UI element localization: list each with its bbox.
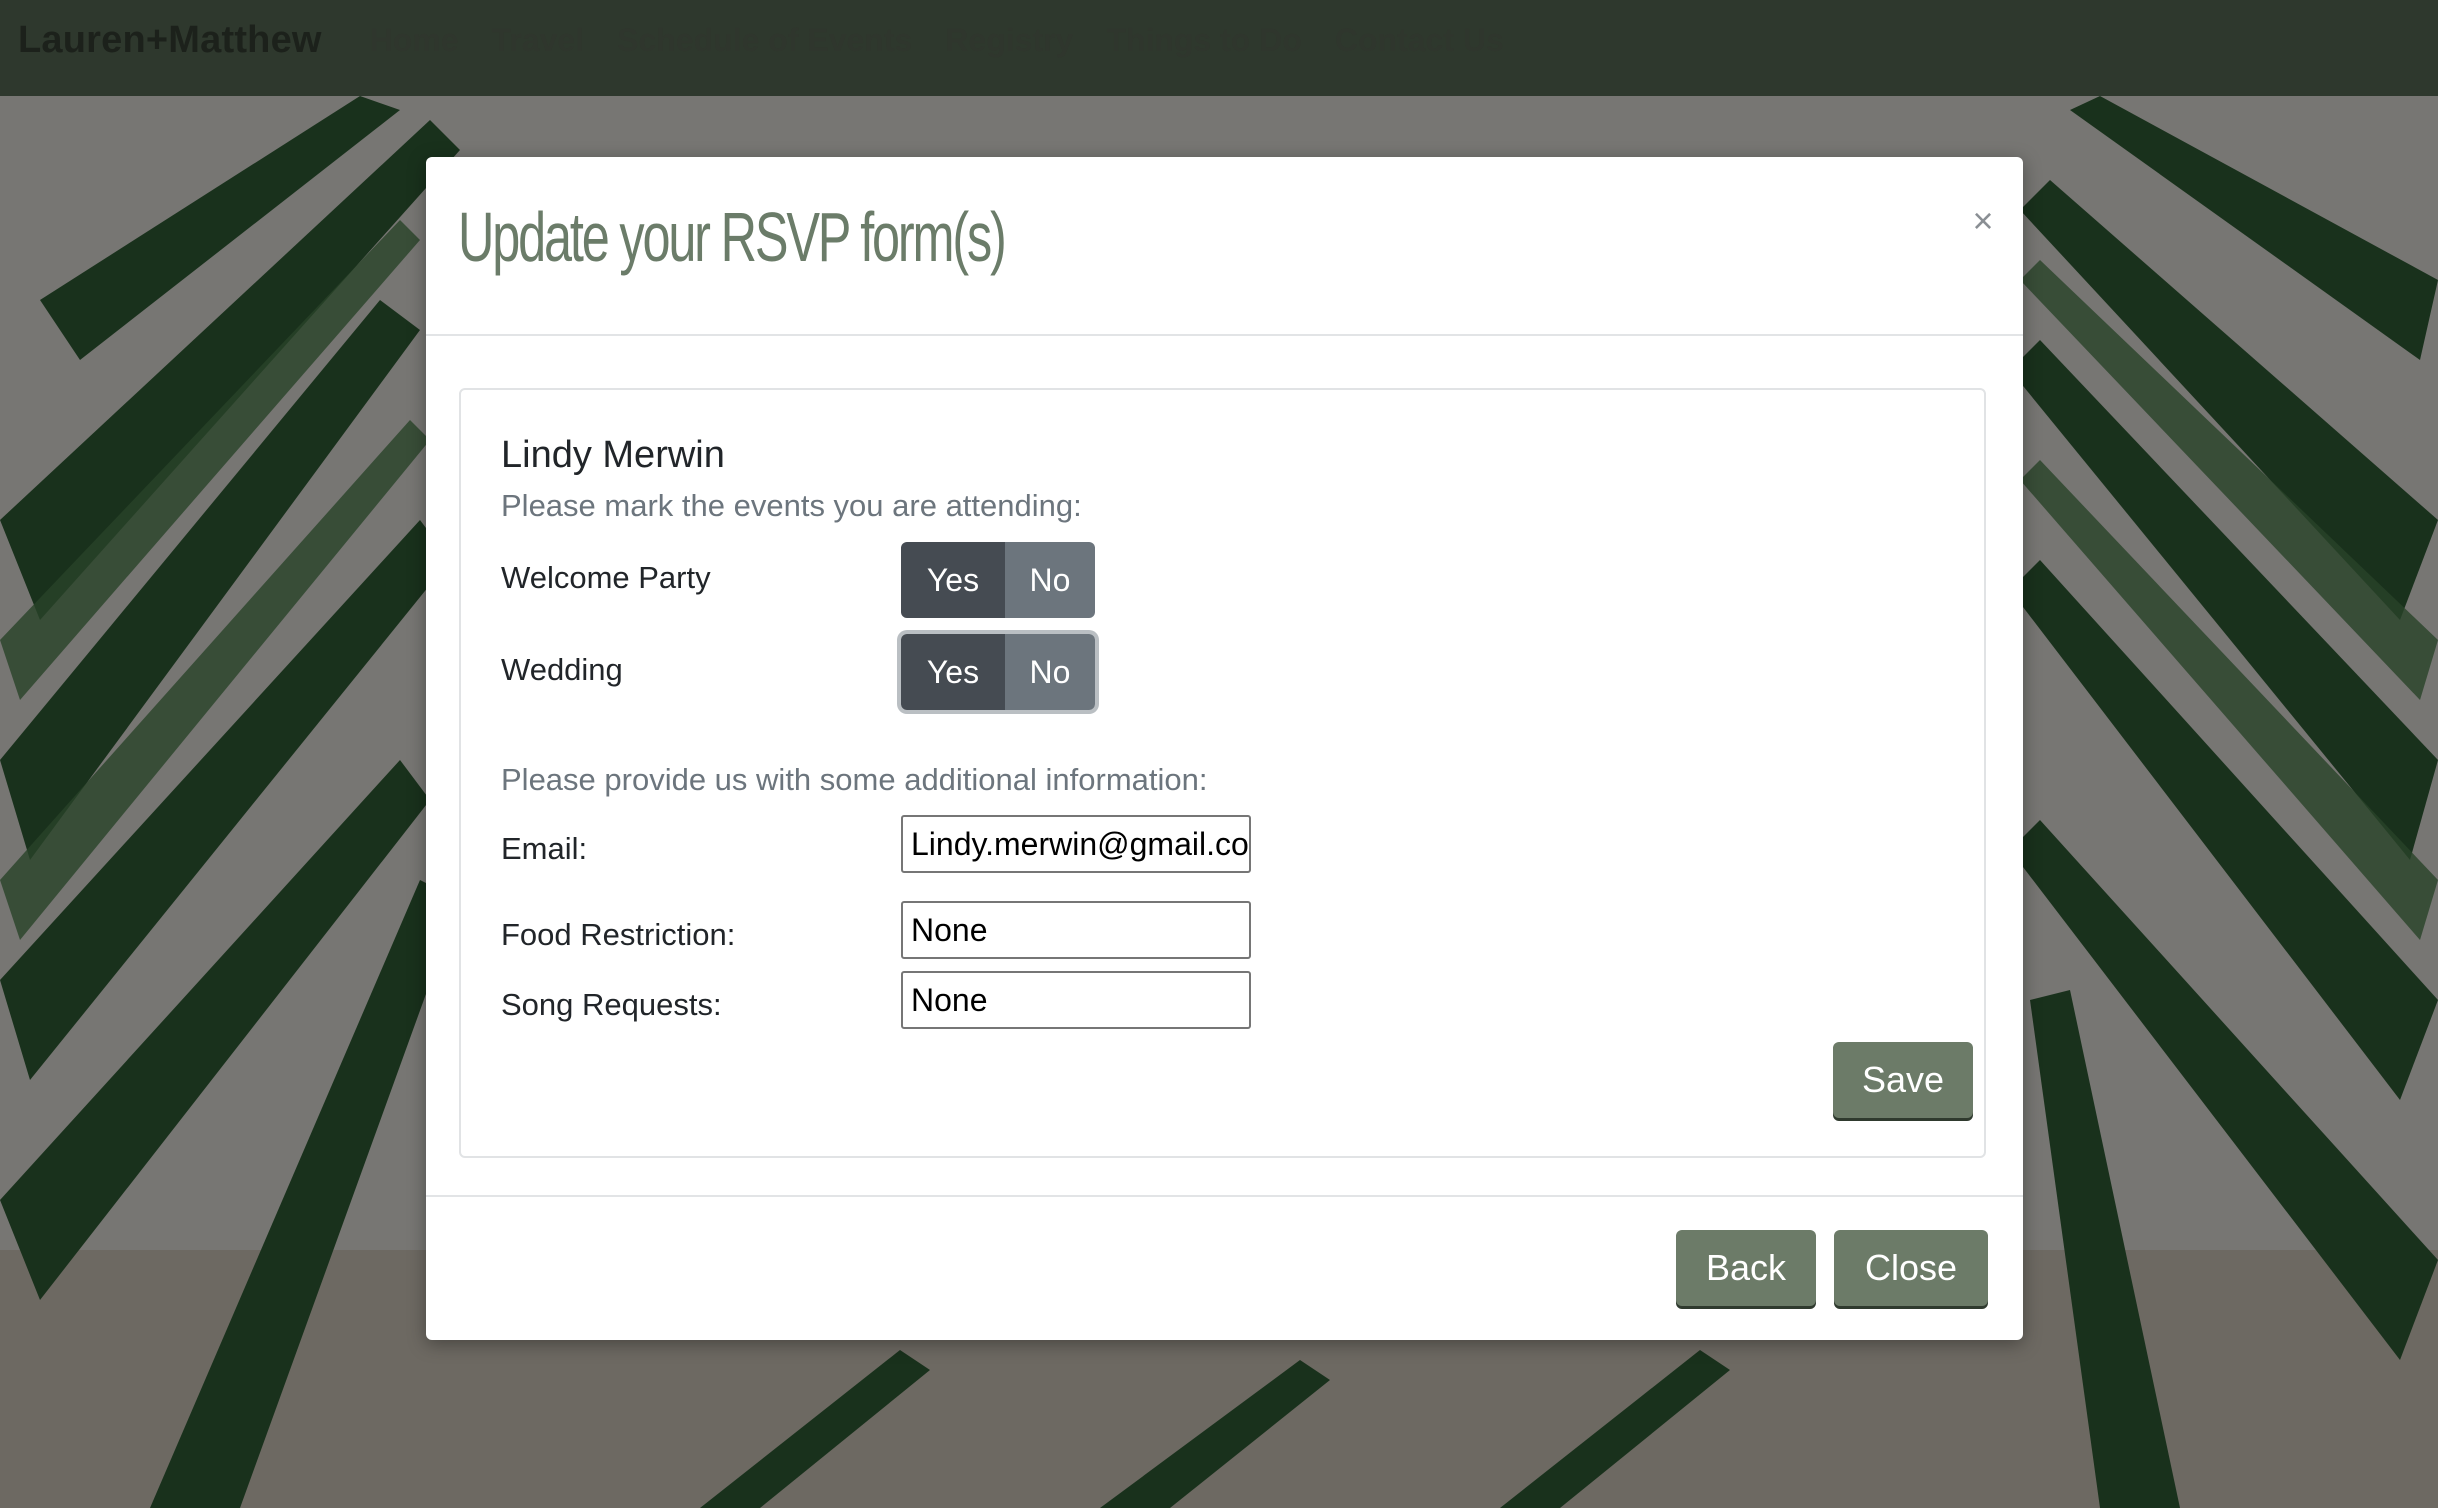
modal-header: Update your RSVP form(s) × (426, 157, 2023, 336)
save-button[interactable]: Save (1833, 1042, 1973, 1118)
close-button[interactable]: Close (1834, 1230, 1988, 1306)
modal-title: Update your RSVP form(s) (458, 198, 1007, 276)
wedding-yes-button[interactable]: Yes (901, 634, 1005, 710)
info-prompt: Please provide us with some additional i… (501, 762, 1208, 797)
event-label-wedding: Wedding (501, 652, 623, 687)
food-restriction-field[interactable]: None (901, 901, 1251, 959)
nav-link-schedule[interactable]: Schedule of Events (617, 22, 912, 59)
modal-footer-divider (426, 1195, 2023, 1197)
song-requests-field[interactable]: None (901, 971, 1251, 1029)
welcome-party-yes-button[interactable]: Yes (901, 542, 1005, 618)
nav-link-registry[interactable]: Registry (945, 22, 1073, 59)
email-label: Email: (501, 831, 588, 866)
guest-rsvp-card: Lindy Merwin Please mark the events you … (459, 388, 1986, 1158)
song-requests-label: Song Requests: (501, 987, 722, 1022)
top-navbar: Lauren+Matthew Home Travel Schedule of E… (0, 0, 2438, 96)
welcome-party-toggle: Yes No (901, 542, 1095, 618)
close-icon[interactable]: × (1963, 201, 2003, 241)
rsvp-modal: Update your RSVP form(s) × Lindy Merwin … (426, 157, 2023, 1340)
wedding-toggle: Yes No (901, 634, 1095, 710)
nav-link-home[interactable]: Home (370, 22, 459, 59)
email-field[interactable]: Lindy.merwin@gmail.com (901, 815, 1251, 873)
nav-link-contact[interactable]: Contact Us (1335, 22, 1504, 59)
wedding-no-button[interactable]: No (1005, 634, 1095, 710)
nav-link-travel[interactable]: Travel (492, 22, 585, 59)
back-button[interactable]: Back (1676, 1230, 1816, 1306)
food-restriction-label: Food Restriction: (501, 917, 736, 952)
welcome-party-no-button[interactable]: No (1005, 542, 1095, 618)
nav-link-things-to-do[interactable]: Things to Do (1106, 22, 1302, 59)
events-prompt: Please mark the events you are attending… (501, 488, 1082, 523)
site-brand[interactable]: Lauren+Matthew (18, 19, 322, 62)
guest-name: Lindy Merwin (501, 434, 725, 476)
navbar-inner: Lauren+Matthew Home Travel Schedule of E… (18, 0, 1537, 80)
event-label-welcome-party: Welcome Party (501, 560, 711, 595)
